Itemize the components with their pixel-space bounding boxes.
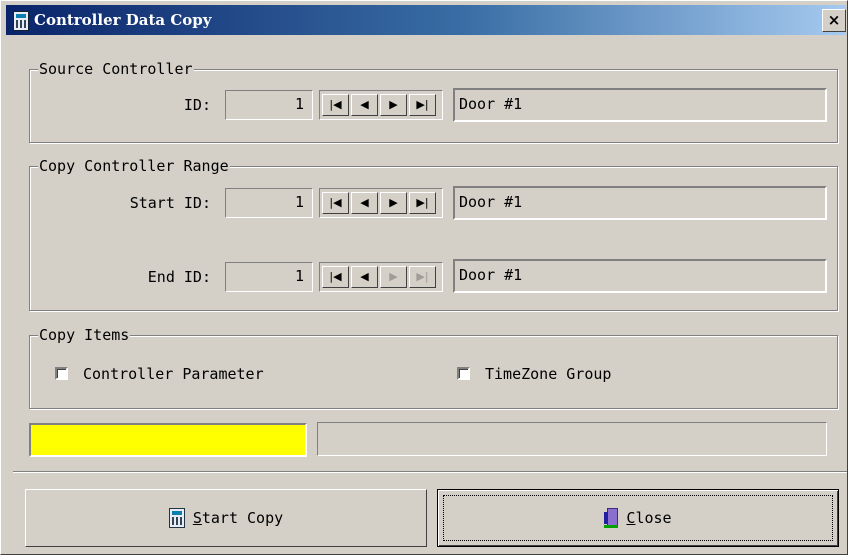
controller-parameter-label[interactable]: Controller Parameter: [83, 366, 264, 383]
end-id-field[interactable]: 1: [225, 262, 313, 292]
title-bar[interactable]: Controller Data Copy ×: [6, 5, 846, 35]
door-exit-icon: [604, 508, 619, 528]
focus-rectangle: [443, 495, 833, 541]
source-prev-button[interactable]: ◀: [351, 94, 378, 116]
start-last-button[interactable]: ▶|: [409, 192, 436, 214]
copy-range-legend: Copy Controller Range: [38, 157, 230, 175]
copy-items-legend: Copy Items: [38, 326, 131, 344]
timezone-group-label[interactable]: TimeZone Group: [485, 366, 611, 383]
end-nav-bar: |◀ ◀ ▶ ▶|: [319, 262, 443, 292]
source-last-button[interactable]: ▶|: [409, 94, 436, 116]
window-title: Controller Data Copy: [34, 11, 212, 29]
end-first-button[interactable]: |◀: [322, 266, 349, 288]
end-last-button[interactable]: ▶|: [409, 266, 436, 288]
status-message: [317, 422, 827, 456]
start-first-button[interactable]: |◀: [322, 192, 349, 214]
close-window-button[interactable]: ×: [822, 9, 846, 32]
app-icon: [13, 11, 29, 31]
timezone-group-checkbox[interactable]: [457, 367, 470, 380]
start-id-label: Start ID:: [129, 194, 211, 212]
start-next-button[interactable]: ▶: [380, 192, 407, 214]
dialog-window: Controller Data Copy × Source Controller…: [0, 0, 848, 555]
copy-icon: [168, 508, 185, 528]
source-id-label: ID:: [183, 96, 211, 114]
separator: [13, 471, 847, 473]
controller-parameter-checkbox[interactable]: [55, 367, 68, 380]
start-name-field[interactable]: Door #1: [453, 186, 827, 220]
source-next-button[interactable]: ▶: [380, 94, 407, 116]
source-id-field[interactable]: 1: [225, 90, 313, 120]
end-id-label: End ID:: [147, 268, 211, 286]
start-prev-button[interactable]: ◀: [351, 192, 378, 214]
end-prev-button[interactable]: ◀: [351, 266, 378, 288]
start-copy-label: Start Copy: [192, 509, 284, 527]
progress-indicator: [29, 423, 307, 457]
end-next-button[interactable]: ▶: [380, 266, 407, 288]
end-name-field[interactable]: Door #1: [453, 259, 827, 293]
start-copy-button[interactable]: Start Copy: [25, 489, 427, 547]
source-name-field[interactable]: Door #1: [453, 88, 827, 122]
close-button[interactable]: Close: [437, 489, 839, 547]
start-nav-bar: |◀ ◀ ▶ ▶|: [319, 188, 443, 218]
source-nav-bar: |◀ ◀ ▶ ▶|: [319, 90, 443, 120]
source-controller-legend: Source Controller: [38, 60, 194, 78]
start-id-field[interactable]: 1: [225, 188, 313, 218]
source-first-button[interactable]: |◀: [322, 94, 349, 116]
